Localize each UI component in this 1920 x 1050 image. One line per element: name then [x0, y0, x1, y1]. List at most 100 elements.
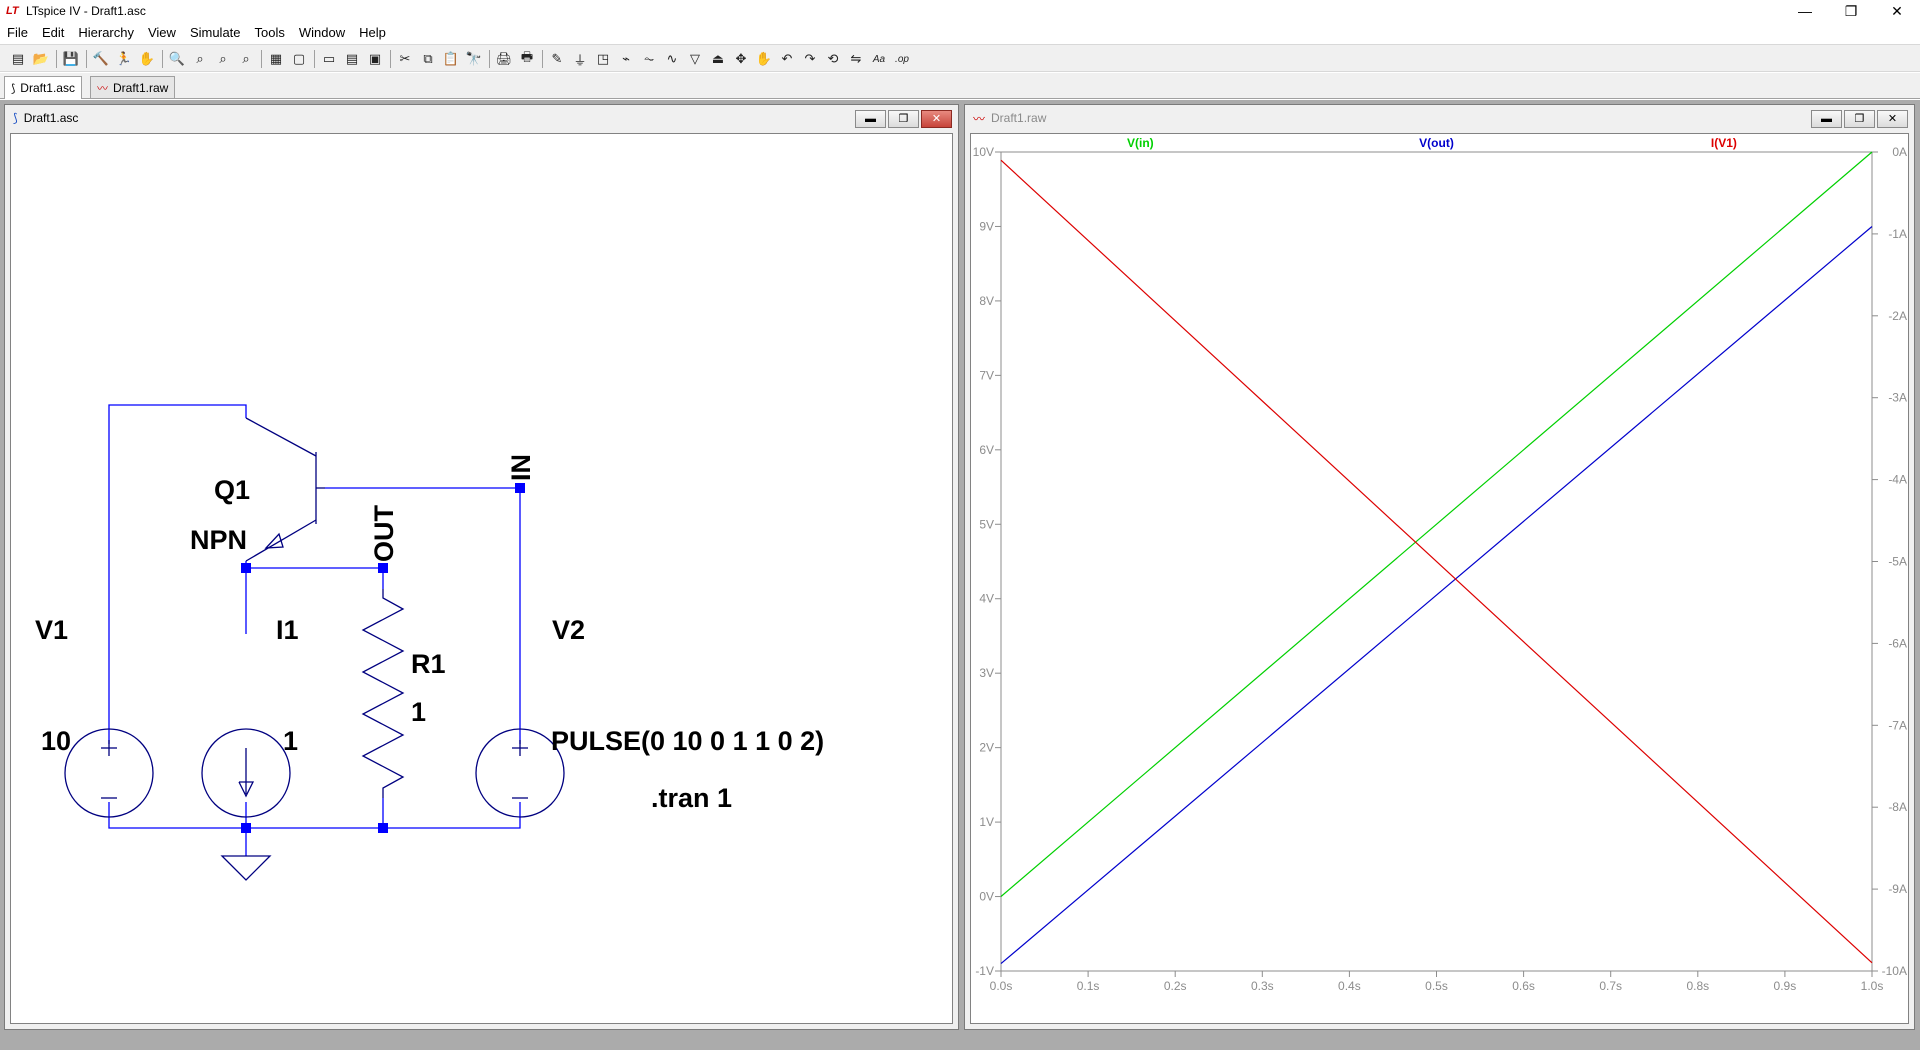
tile-vertical-icon[interactable]: ▤	[342, 49, 362, 69]
autorange-icon[interactable]: ▦	[266, 49, 286, 69]
capacitor-icon[interactable]: ⏦	[639, 49, 659, 69]
save-icon[interactable]: 💾	[61, 49, 81, 69]
zoom-fit-icon[interactable]: ⌕	[236, 49, 256, 69]
copy-icon[interactable]: ⧉	[418, 49, 438, 69]
left-axis-tick-label: 3V	[979, 666, 994, 680]
drag-icon[interactable]: ✋	[754, 49, 774, 69]
close-button[interactable]: ✕	[1874, 0, 1920, 22]
left-axis-tick-label: 8V	[979, 294, 994, 308]
run-icon[interactable]: 🏃	[114, 49, 134, 69]
menu-window[interactable]: Window	[292, 25, 352, 40]
legend-entry[interactable]: V(in)	[1127, 136, 1154, 150]
mirror-icon[interactable]: ⇋	[846, 49, 866, 69]
menu-help[interactable]: Help	[352, 25, 393, 40]
x-axis-tick-label: 0.4s	[1338, 979, 1361, 993]
resistor-icon[interactable]: ⌁	[616, 49, 636, 69]
schematic-restore-button[interactable]: ❐	[888, 110, 919, 128]
marching-waves-icon[interactable]: ▢	[289, 49, 309, 69]
rotate-icon[interactable]: ⟲	[823, 49, 843, 69]
minimize-button[interactable]: —	[1782, 0, 1828, 22]
r1-value-label: 1	[411, 697, 426, 727]
print-icon[interactable]: 🖶	[517, 49, 537, 69]
legend-entry[interactable]: I(V1)	[1711, 136, 1737, 150]
zoom-in-icon[interactable]: 🔍	[167, 49, 187, 69]
spice-directive-icon[interactable]: .op	[892, 49, 912, 69]
menu-simulate[interactable]: Simulate	[183, 25, 248, 40]
right-axis-tick-label: -8A	[1888, 800, 1907, 814]
schematic-canvas[interactable]: Q1 NPN V1 10 I1 1 R1 1 V2 PULSE(0 10 0 1…	[10, 133, 953, 1024]
schematic-close-button[interactable]: ✕	[921, 110, 952, 128]
series-line-v-out[interactable]	[1000, 226, 1873, 965]
right-axis-tick-label: -3A	[1888, 391, 1907, 405]
paste-icon[interactable]: 📋	[441, 49, 461, 69]
new-schematic-icon[interactable]: ▤	[8, 49, 28, 69]
series-line-i-v1[interactable]	[1000, 159, 1873, 964]
tile-horizontal-icon[interactable]: ▭	[319, 49, 339, 69]
inductor-icon[interactable]: ∿	[662, 49, 682, 69]
waveform-close-button[interactable]: ✕	[1877, 110, 1908, 128]
x-axis-tick-label: 0.0s	[990, 979, 1013, 993]
r1-name-label: R1	[411, 649, 446, 679]
right-axis-tick-label: -2A	[1888, 309, 1907, 323]
diode-icon[interactable]: ▽	[685, 49, 705, 69]
tab-draft1-asc[interactable]: ⟆ Draft1.asc	[4, 76, 82, 99]
waveform-window-titlebar[interactable]: 〰 Draft1.raw	[965, 105, 1914, 131]
schematic-window-title: Draft1.asc	[23, 111, 79, 125]
i1-name-label: I1	[276, 615, 299, 645]
print-setup-icon[interactable]: 🖨	[494, 49, 514, 69]
menu-view[interactable]: View	[141, 25, 183, 40]
v1-name-label: V1	[35, 615, 68, 645]
waveform-plot[interactable]: V(in) V(out) I(V1) 10V 9V 8V 7V 6V 5V 4V 3V 2V 1V 0V…	[971, 134, 1909, 1024]
tran-directive[interactable]: .tran 1	[651, 783, 732, 813]
series-line-v-in[interactable]	[1000, 151, 1873, 897]
toolbar-separator	[261, 50, 262, 68]
pan-icon[interactable]: ⌕	[190, 49, 210, 69]
tab-label: Draft1.asc	[20, 81, 75, 95]
ltspice-logo-icon: LT	[6, 5, 19, 17]
waveform-minimize-button[interactable]: ▬	[1811, 110, 1842, 128]
menu-edit[interactable]: Edit	[35, 25, 71, 40]
menu-file[interactable]: File	[0, 25, 35, 40]
x-axis-tick-label: 0.6s	[1512, 979, 1535, 993]
halt-icon[interactable]: ✋	[137, 49, 157, 69]
cascade-icon[interactable]: ▣	[365, 49, 385, 69]
find-icon[interactable]: 🔭	[464, 49, 484, 69]
schematic-window-titlebar[interactable]: ⟆ Draft1.asc	[5, 105, 958, 131]
open-icon[interactable]: 📂	[31, 49, 51, 69]
move-icon[interactable]: ✥	[731, 49, 751, 69]
schematic-minimize-button[interactable]: ▬	[855, 110, 886, 128]
v1-value-label: 10	[41, 726, 71, 756]
menu-tools[interactable]: Tools	[248, 25, 292, 40]
text-icon[interactable]: Aa	[869, 49, 889, 69]
control-panel-icon[interactable]: 🔨	[91, 49, 111, 69]
component-icon[interactable]: ⏏	[708, 49, 728, 69]
label-net-icon[interactable]: ◳	[593, 49, 613, 69]
redo-icon[interactable]: ↷	[800, 49, 820, 69]
menu-hierarchy[interactable]: Hierarchy	[71, 25, 141, 40]
x-axis: 0.0s 0.1s 0.2s 0.3s 0.4s 0.5s 0.6s 0.7s 0.8s 0.9s…	[990, 971, 1883, 993]
net-label-in: IN	[506, 454, 536, 481]
r1-resistor-symbol	[361, 589, 405, 798]
wire-icon[interactable]: ✎	[547, 49, 567, 69]
legend-entry[interactable]: V(out)	[1419, 136, 1454, 150]
schematic-window: ⟆ Draft1.asc ▬ ❐ ✕ Q1 NPN V1 10 I1 1 R1 …	[4, 104, 959, 1030]
restore-button[interactable]: ❐	[1828, 0, 1874, 22]
ground-icon[interactable]: ⏚	[570, 49, 590, 69]
menu-bar: File Edit Hierarchy View Simulate Tools …	[0, 22, 1920, 43]
document-tabs: ⟆ Draft1.asc 〰 Draft1.raw	[0, 73, 1920, 99]
schematic-window-icon: ⟆	[13, 111, 18, 125]
x-axis-tick-label: 0.5s	[1425, 979, 1448, 993]
left-axis-tick-label: 2V	[979, 741, 994, 755]
waveform-plot-pane[interactable]: V(in) V(out) I(V1) 10V 9V 8V 7V 6V 5V 4V 3V 2V 1V 0V…	[970, 133, 1909, 1024]
plot-legend: V(in) V(out) I(V1)	[1127, 136, 1737, 150]
x-axis-tick-label: 0.9s	[1774, 979, 1797, 993]
wires	[108, 404, 521, 856]
schematic-drawing[interactable]: Q1 NPN V1 10 I1 1 R1 1 V2 PULSE(0 10 0 1…	[11, 134, 953, 1024]
toolbar: ▤ 📂 💾 🔨 🏃 ✋ 🔍 ⌕ ⌕ ⌕ ▦ ▢ ▭ ▤ ▣ ✂ ⧉ 📋 🔭 🖨 🖶 ✎ ⏚ ◳ ⌁ ⏦ ∿ ▽ ⏏ ✥ ✋ ↶ ↷ ⟲ ⇋ Aa .op	[0, 44, 1920, 72]
zoom-out-icon[interactable]: ⌕	[213, 49, 233, 69]
x-axis-tick-label: 0.1s	[1077, 979, 1100, 993]
undo-icon[interactable]: ↶	[777, 49, 797, 69]
waveform-restore-button[interactable]: ❐	[1844, 110, 1875, 128]
tab-draft1-raw[interactable]: 〰 Draft1.raw	[90, 76, 176, 98]
cut-icon[interactable]: ✂	[395, 49, 415, 69]
